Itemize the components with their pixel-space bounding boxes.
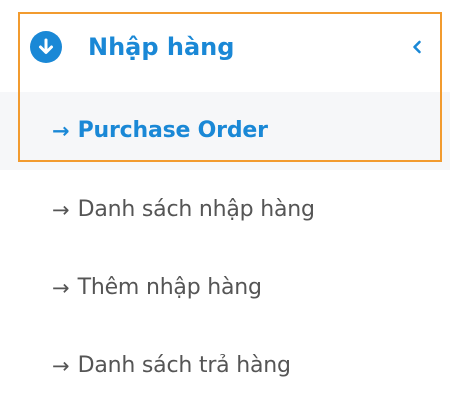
chevron-left-icon[interactable] [410, 39, 424, 55]
submenu-item-danh-sach-tra-hang[interactable]: → Danh sách trả hàng [52, 349, 291, 383]
sidebar-menu: Nhập hàng → Purchase Order → Danh sách n… [0, 0, 450, 412]
menu-header-label: Nhập hàng [88, 33, 235, 61]
submenu-item-label: Danh sách trả hàng [77, 353, 291, 378]
submenu-item-label: Thêm nhập hàng [77, 275, 262, 300]
submenu-item-label: Danh sách nhập hàng [77, 197, 315, 222]
arrow-right-icon: → [52, 118, 70, 143]
arrow-right-icon: → [52, 275, 70, 300]
menu-header-nhap-hang[interactable]: Nhập hàng [30, 28, 430, 66]
arrow-right-icon: → [52, 197, 70, 222]
submenu-item-label: Purchase Order [77, 118, 268, 143]
submenu-item-them-nhap-hang[interactable]: → Thêm nhập hàng [52, 271, 262, 305]
submenu-item-purchase-order[interactable]: → Purchase Order [52, 114, 268, 148]
arrow-right-icon: → [52, 353, 70, 378]
submenu-item-danh-sach-nhap-hang[interactable]: → Danh sách nhập hàng [52, 193, 315, 227]
arrow-down-circle-icon [30, 31, 62, 63]
